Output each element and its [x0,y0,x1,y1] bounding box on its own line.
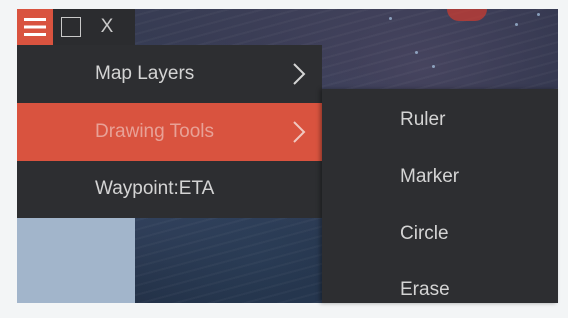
map-feature [537,13,540,16]
submenu-item-label: Circle [400,222,449,244]
submenu-item-circle[interactable]: Circle [322,205,558,262]
menu-button[interactable] [17,9,53,45]
chevron-right-icon [292,63,306,85]
close-button[interactable]: X [89,9,125,45]
map-feature [389,17,392,20]
maximize-button[interactable] [53,9,89,45]
map-feature [415,51,418,54]
menu-item-waypoint-eta[interactable]: Waypoint:ETA [17,160,322,218]
submenu-item-label: Erase [400,278,450,300]
submenu-item-erase[interactable]: Erase [322,261,558,318]
submenu-item-label: Ruler [400,108,446,130]
close-label: X [100,16,114,37]
map-feature [447,9,487,21]
hamburger-icon [24,18,46,36]
maximize-icon [61,17,81,37]
menu-item-label: Drawing Tools [95,121,214,142]
map-feature [432,65,435,68]
map-feature [515,23,518,26]
submenu-item-ruler[interactable]: Ruler [322,91,558,148]
menu-item-drawing-tools[interactable]: Drawing Tools [17,103,322,161]
menu-item-label: Map Layers [95,63,195,84]
drawing-tools-submenu: Ruler Marker Circle Erase [322,89,558,303]
menu-item-map-layers[interactable]: Map Layers [17,45,322,103]
chevron-right-icon [292,121,306,143]
submenu-item-label: Marker [400,165,460,187]
menu-item-label: Waypoint:ETA [95,178,215,199]
submenu-item-marker[interactable]: Marker [322,148,558,205]
map-land-area [17,218,135,303]
window-controls-bar: X [17,9,135,45]
main-menu: Map Layers Drawing Tools Waypoint:ETA [17,45,322,218]
